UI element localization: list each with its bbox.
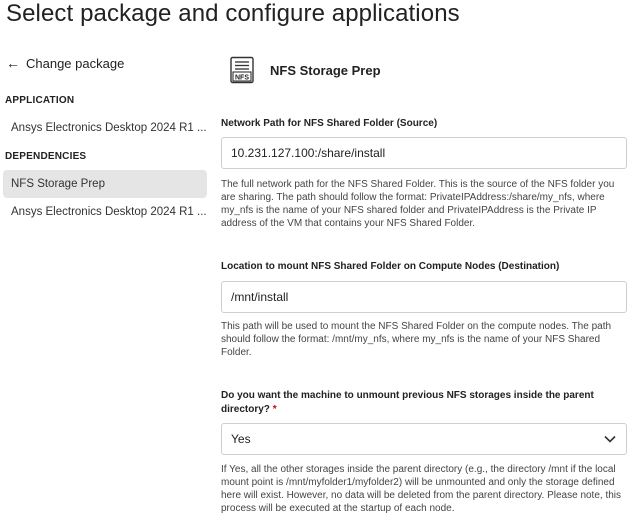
destination-label: Location to mount NFS Shared Folder on C… — [221, 261, 560, 272]
sidebar-item-nfs-storage-prep[interactable]: NFS Storage Prep — [3, 170, 207, 198]
application-heading: APPLICATION — [5, 95, 75, 106]
destination-helper-text: This path will be used to mount the NFS … — [221, 321, 612, 358]
nfs-file-icon: NFS — [230, 56, 254, 84]
nfs-icon-text: NFS — [235, 74, 249, 81]
unmount-select[interactable]: Yes — [221, 423, 627, 455]
source-path-input[interactable] — [221, 137, 627, 169]
change-package-link[interactable]: ← Change package — [6, 55, 124, 71]
source-label: Network Path for NFS Shared Folder (Sour… — [221, 118, 438, 129]
chevron-down-icon — [604, 435, 616, 443]
required-mark: * — [272, 404, 277, 415]
package-title: NFS Storage Prep — [270, 62, 381, 78]
unmount-helper-text: If Yes, all the other storages inside th… — [221, 464, 622, 514]
change-package-label: Change package — [26, 55, 125, 71]
page-title: Select package and configure application… — [6, 0, 460, 27]
unmount-label-text: Do you want the machine to unmount previ… — [221, 390, 594, 415]
unmount-label: Do you want the machine to unmount previ… — [221, 389, 621, 417]
package-header: NFS NFS Storage Prep — [228, 56, 381, 84]
arrow-left-icon: ← — [6, 55, 20, 71]
destination-path-input[interactable] — [221, 281, 627, 313]
source-helper-text: The full network path for the NFS Shared… — [221, 179, 615, 229]
dependencies-heading: DEPENDENCIES — [5, 151, 87, 162]
sidebar-item-ansys-dependency[interactable]: Ansys Electronics Desktop 2024 R1 ... — [3, 198, 207, 226]
unmount-selected-value: Yes — [231, 432, 251, 446]
sidebar-item-application[interactable]: Ansys Electronics Desktop 2024 R1 ... — [3, 114, 207, 142]
